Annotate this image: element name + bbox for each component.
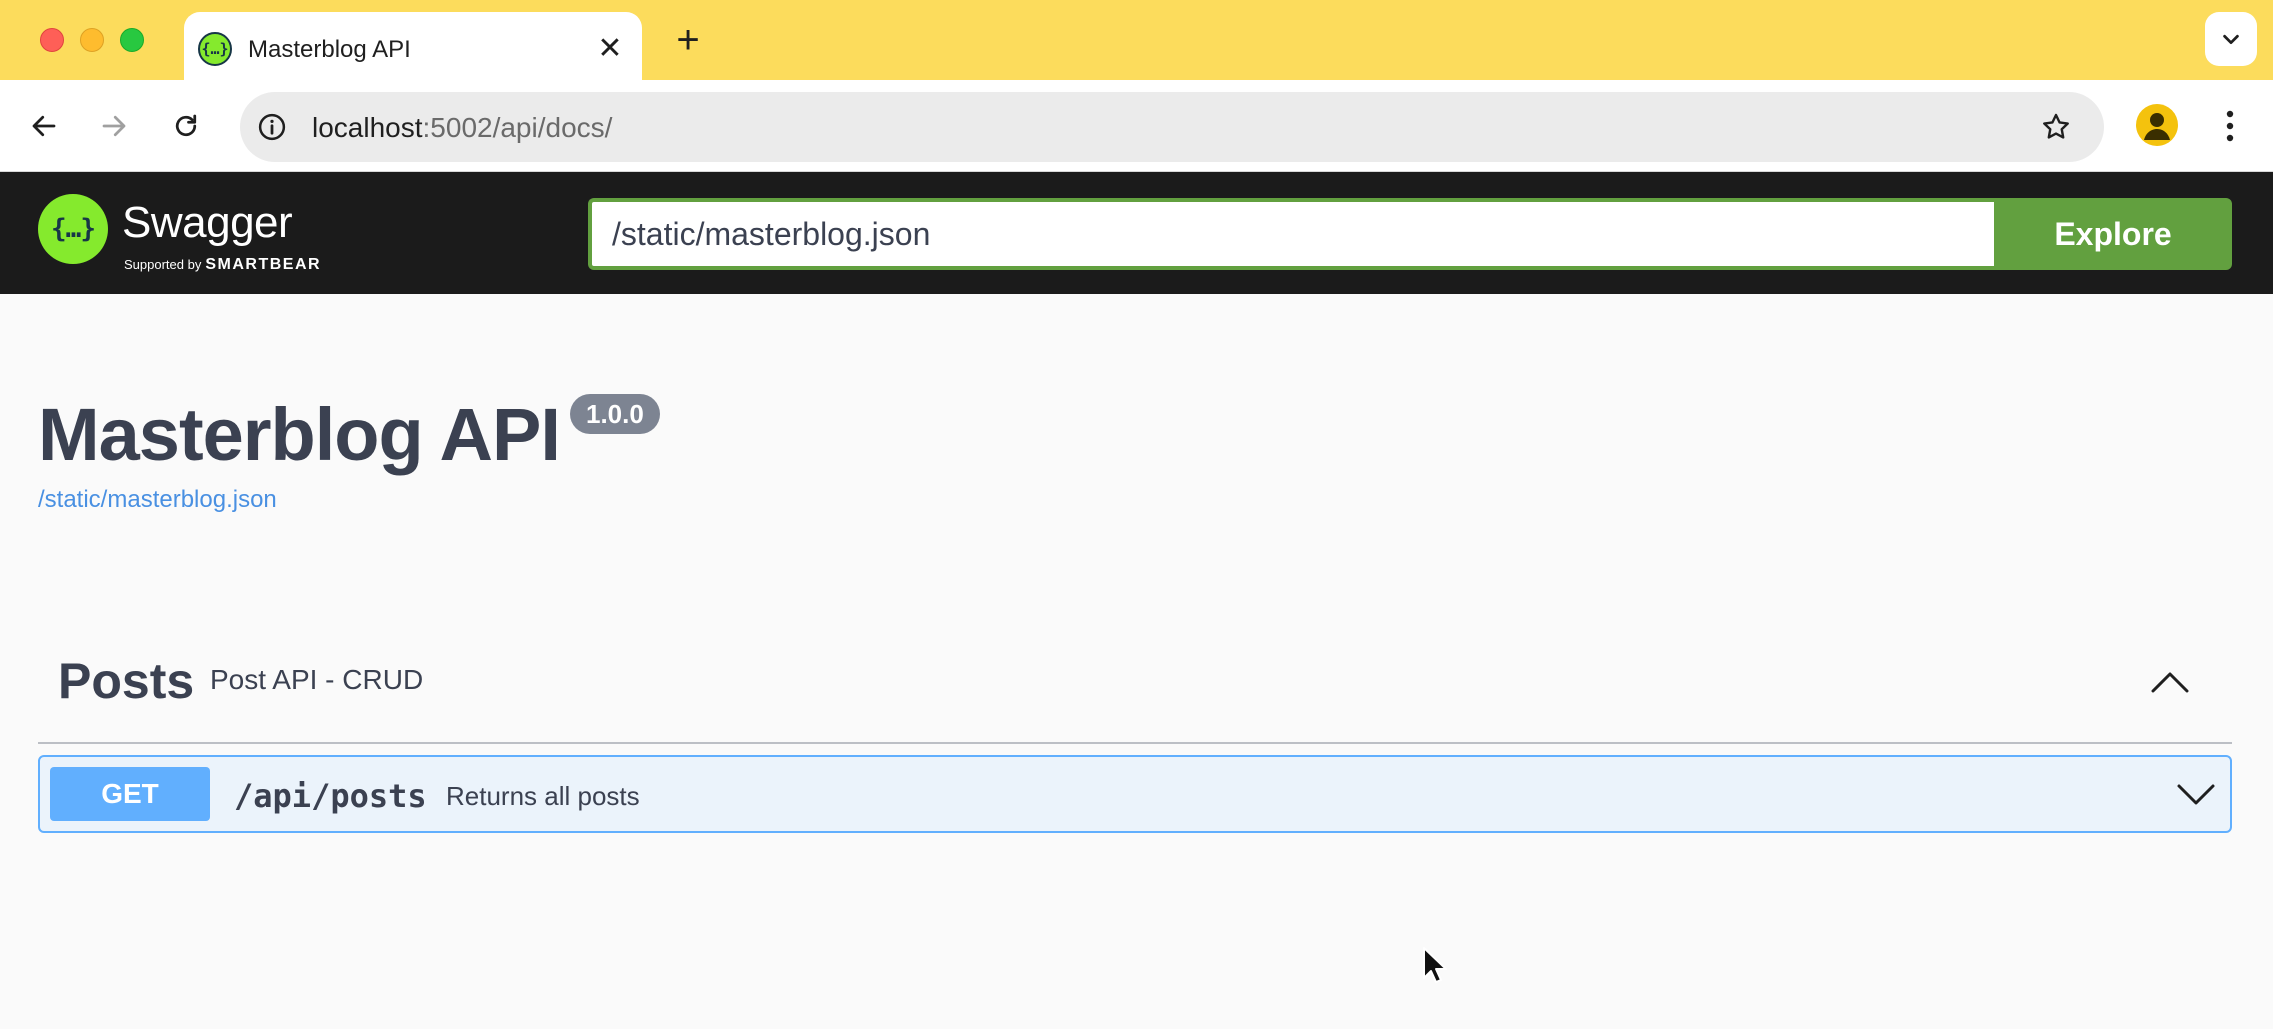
- address-bar[interactable]: localhost:5002/api/docs/: [240, 92, 2104, 162]
- browser-tab-strip: {…} Masterblog API ✕ +: [0, 0, 2273, 80]
- reload-icon: [175, 114, 197, 137]
- arrow-right-icon: [102, 115, 126, 137]
- back-button[interactable]: [22, 104, 66, 148]
- browser-toolbar: localhost:5002/api/docs/: [0, 80, 2273, 172]
- browser-menu-icon[interactable]: [2210, 104, 2250, 148]
- supported-by-smartbear: Supported by SMARTBEAR: [124, 256, 321, 274]
- swagger-logo-icon[interactable]: {…}: [38, 194, 108, 264]
- mouse-cursor-icon: [1423, 947, 1447, 983]
- url-path: :5002/api/docs/: [422, 112, 613, 143]
- swagger-topbar: {…} Swagger Supported bySMARTBEAR Explor…: [0, 172, 2273, 294]
- tab-close-icon[interactable]: ✕: [592, 30, 628, 66]
- spec-url-link[interactable]: /static/masterblog.json: [38, 486, 277, 514]
- chevron-down-icon[interactable]: [2174, 773, 2218, 817]
- explore-button[interactable]: Explore: [1994, 198, 2232, 270]
- swagger-wordmark: Swagger: [122, 198, 293, 247]
- tab-search-button[interactable]: [2205, 12, 2257, 66]
- operation-path: /api/posts: [234, 777, 427, 815]
- chevron-down-icon: [2223, 34, 2239, 45]
- url-host: localhost: [312, 112, 423, 143]
- tag-name: Posts: [58, 653, 195, 709]
- arrow-left-icon: [32, 115, 56, 137]
- api-title: Masterblog API: [38, 393, 561, 476]
- site-info-icon[interactable]: [254, 109, 290, 145]
- bookmark-star-icon[interactable]: [2038, 109, 2074, 145]
- operation-summary: Returns all posts: [446, 781, 640, 811]
- minimize-window-button[interactable]: [80, 28, 104, 52]
- tag-header-posts[interactable]: Posts Post API - CRUD: [38, 640, 2232, 744]
- profile-avatar-icon[interactable]: [2136, 104, 2178, 146]
- close-window-button[interactable]: [40, 28, 64, 52]
- maximize-window-button[interactable]: [120, 28, 144, 52]
- reload-button[interactable]: [164, 104, 208, 148]
- smartbear-brand: SMARTBEAR: [205, 256, 322, 273]
- spec-url-input[interactable]: [588, 198, 1994, 270]
- version-badge: 1.0.0: [570, 394, 660, 434]
- swagger-favicon-icon: {…}: [198, 32, 232, 66]
- new-tab-button[interactable]: +: [668, 20, 708, 60]
- operation-get-api-posts[interactable]: GET /api/posts Returns all posts: [38, 755, 2232, 833]
- http-method-badge: GET: [50, 767, 210, 821]
- tab-title: Masterblog API: [248, 36, 411, 63]
- tag-description: Post API - CRUD: [210, 664, 424, 695]
- browser-tab-active[interactable]: {…} Masterblog API ✕: [184, 12, 642, 80]
- chevron-up-icon[interactable]: [2148, 660, 2192, 704]
- address-url[interactable]: localhost:5002/api/docs/: [312, 112, 612, 144]
- supported-by-label: Supported by: [124, 257, 202, 272]
- forward-button[interactable]: [92, 104, 136, 148]
